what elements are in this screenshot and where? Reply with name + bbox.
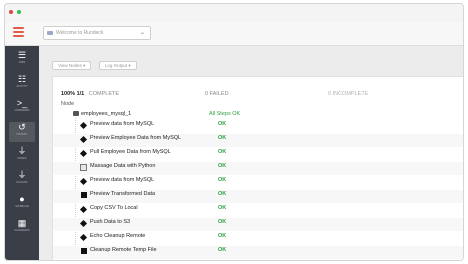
step-name: Echo Cleanup Remote (90, 233, 146, 239)
sidebar-item-label: NODES (17, 157, 27, 160)
script-step-icon (81, 248, 87, 254)
step-status: OK (218, 191, 227, 197)
step-status: OK (218, 219, 227, 225)
hamburger-icon[interactable] (13, 27, 24, 39)
sidebar-item-history[interactable]: ↺ HISTORY (9, 122, 35, 142)
step-status: OK (218, 177, 227, 183)
sidebar-item-label: CALENDARS (14, 229, 30, 232)
step-status: OK (218, 247, 227, 253)
node-name: employees_mysql_1 (81, 111, 132, 117)
progress-summary: 100% 1/1 COMPLETE (61, 91, 119, 97)
sidebar-item-plugins[interactable]: ⏚ PLUGINS (9, 170, 35, 190)
project-select-value: Welcome to Rundeck (56, 30, 104, 36)
incomplete-count: 0 INCOMPLETE (328, 91, 369, 97)
step-status: OK (218, 205, 227, 211)
step-name: Push Data to S3 (90, 219, 131, 225)
complete-label: COMPLETE (88, 91, 120, 97)
sidebar-item-commands[interactable]: >_ COMMANDS (9, 98, 35, 118)
step-row[interactable]: Massage Data with Python OK (53, 162, 463, 175)
execution-panel: 100% 1/1 COMPLETE 0 FAILED 0 INCOMPLETE … (52, 76, 463, 260)
step-row[interactable]: Preview Employee Data from MySQL OK (53, 134, 463, 147)
step-row[interactable]: Push Data to S3 OK (53, 218, 463, 231)
top-navigation-bar: Welcome to Rundeck ⌄ (5, 22, 463, 46)
step-name: Cleanup Remote Temp File (90, 247, 157, 253)
step-row[interactable]: Pull Employee Data from MySQL OK (53, 148, 463, 161)
log-output-button[interactable]: Log Output ▾ (98, 61, 137, 70)
sidebar-item-calendars[interactable]: ▦ CALENDARS (9, 218, 35, 238)
step-row[interactable]: Copy CSV To Local OK (53, 204, 463, 217)
output-toolbar: View Nodes ▾ Log Output ▾ (52, 54, 140, 72)
sidebar-item-label: PLUGINS (16, 181, 28, 184)
step-name: Copy CSV To Local (90, 205, 138, 211)
command-step-icon (79, 135, 88, 144)
command-step-icon (79, 121, 88, 130)
step-row[interactable]: Preview Transformed Data OK (53, 190, 463, 203)
sidebar-item-label: ACTIVITY (16, 85, 28, 88)
title-bar (5, 4, 463, 22)
step-status: OK (218, 121, 227, 127)
step-status: OK (218, 135, 227, 141)
node-status: All Steps OK (209, 111, 241, 117)
step-status: OK (218, 163, 227, 169)
project-select[interactable]: Welcome to Rundeck ⌄ (43, 26, 151, 40)
sidebar-item-jobs[interactable]: ☰ JOBS (9, 50, 35, 70)
clock-icon: ● (19, 194, 25, 204)
step-name: Preview Transformed Data (90, 191, 156, 197)
command-step-icon (79, 219, 88, 228)
step-name: Preview data from MySQL (90, 177, 155, 183)
step-row[interactable]: Preview data from MySQL OK (53, 120, 463, 133)
step-name: Preview Employee Data from MySQL (90, 135, 182, 141)
step-row[interactable]: Preview data from MySQL OK (53, 176, 463, 189)
python-script-icon (80, 164, 87, 171)
plug-icon: ⏚ (17, 146, 27, 156)
sidebar-item-nodes[interactable]: ⏚ NODES (9, 146, 35, 166)
view-nodes-button[interactable]: View Nodes ▾ (52, 61, 92, 70)
sidebar-item-schedule[interactable]: ● SCHEDULE (9, 194, 35, 214)
maximize-window-button[interactable] (17, 10, 21, 14)
sidebar-item-label: SCHEDULE (15, 205, 29, 208)
activity-icon: ☷ (17, 74, 27, 84)
command-step-icon (79, 205, 88, 214)
history-icon: ↺ (18, 122, 26, 132)
step-status: OK (218, 233, 227, 239)
command-step-icon (79, 149, 88, 158)
command-step-icon (79, 177, 88, 186)
step-name: Massage Data with Python (90, 163, 156, 169)
node-column-header: Node (61, 101, 75, 107)
sidebar-item-activity[interactable]: ☷ ACTIVITY (9, 74, 35, 94)
list-icon: ☰ (17, 50, 27, 60)
app-window: Welcome to Rundeck ⌄ ☰ JOBS ☷ ACTIVITY >… (4, 3, 464, 261)
sidebar-item-label: JOBS (18, 61, 26, 64)
main-content: View Nodes ▾ Log Output ▾ 100% 1/1 COMPL… (39, 46, 463, 260)
sidebar: ☰ JOBS ☷ ACTIVITY >_ COMMANDS ↺ HISTORY … (5, 46, 39, 260)
close-window-button[interactable] (9, 10, 13, 14)
sidebar-item-label: COMMANDS (14, 109, 30, 112)
step-row[interactable]: Cleanup Remote Temp File OK (53, 246, 463, 259)
failed-count: 0 FAILED (205, 91, 229, 97)
sidebar-item-label: HISTORY (16, 133, 28, 136)
project-icon (47, 31, 53, 35)
terminal-icon: >_ (16, 98, 28, 108)
plugin-icon: ⏚ (17, 170, 27, 180)
step-status: OK (218, 149, 227, 155)
node-row[interactable]: employees_mysql_1 (73, 111, 131, 117)
command-step-icon (79, 233, 88, 242)
progress-value: 100% 1/1 (61, 91, 85, 97)
step-row[interactable]: Echo Cleanup Remote OK (53, 232, 463, 245)
step-name: Preview data from MySQL (90, 121, 155, 127)
database-icon (73, 111, 79, 117)
step-name: Pull Employee Data from MySQL (90, 149, 171, 155)
script-step-icon (81, 192, 87, 198)
chevron-down-icon: ⌄ (139, 30, 145, 36)
calendar-icon: ▦ (17, 218, 27, 228)
